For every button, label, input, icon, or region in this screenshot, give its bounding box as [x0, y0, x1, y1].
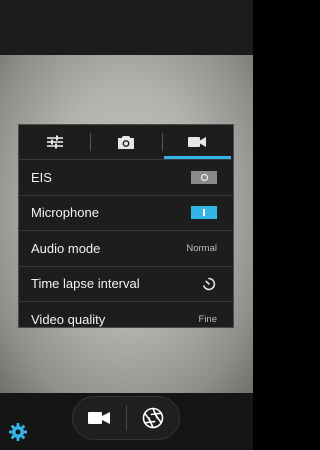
setting-row-time-lapse[interactable]: Time lapse interval — [19, 267, 233, 302]
shutter-icon — [142, 407, 164, 429]
video-settings-panel: EIS Microphone Audio mode Normal Time la… — [18, 124, 234, 328]
audio-mode-label: Audio mode — [31, 240, 101, 256]
video-camera-icon — [188, 137, 207, 147]
setting-row-video-quality[interactable]: Video quality Fine — [19, 302, 233, 327]
top-bar — [0, 0, 253, 55]
tab-video-settings[interactable] — [161, 125, 233, 159]
tab-photo-settings[interactable] — [90, 125, 161, 159]
video-camera-icon — [88, 412, 111, 424]
camera-icon — [117, 135, 134, 149]
eis-label: EIS — [31, 169, 52, 185]
settings-tabs — [19, 125, 233, 160]
video-quality-label: Video quality — [31, 311, 106, 327]
sliders-icon — [46, 135, 63, 149]
microphone-label: Microphone — [31, 205, 99, 221]
tab-general-settings[interactable] — [19, 125, 90, 159]
timer-icon — [203, 277, 216, 291]
eis-toggle[interactable] — [191, 170, 217, 184]
gear-icon — [9, 423, 27, 441]
time-lapse-label: Time lapse interval — [31, 276, 140, 292]
shutter-button[interactable] — [127, 397, 180, 439]
mode-switch-button[interactable] — [73, 397, 126, 439]
setting-row-eis[interactable]: EIS — [19, 160, 233, 196]
capture-controls — [72, 396, 180, 440]
setting-row-audio-mode[interactable]: Audio mode Normal — [19, 231, 233, 267]
setting-row-microphone[interactable]: Microphone — [19, 196, 233, 231]
microphone-toggle[interactable] — [191, 206, 217, 220]
settings-button[interactable] — [8, 422, 28, 442]
audio-mode-value: Normal — [186, 242, 217, 254]
video-quality-value: Fine — [198, 313, 217, 325]
